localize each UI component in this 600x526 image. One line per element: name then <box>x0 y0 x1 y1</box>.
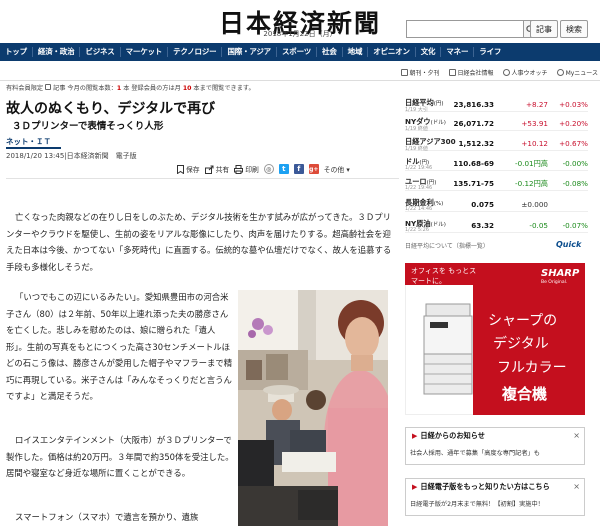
ad-copy-line: デジタル <box>493 336 549 352</box>
notice-box-text[interactable]: 社会人採用、通年で募集「高度な専門記者」も <box>410 448 540 457</box>
subnav-company-info[interactable]: 日経会社情報 <box>448 68 494 77</box>
article-photo[interactable] <box>238 290 388 526</box>
nav-economy-politics[interactable]: 経済・政治 <box>33 47 81 57</box>
nav-society[interactable]: 社会 <box>317 47 343 57</box>
article-paragraph: 「いつでもこの辺にいるみたい」。愛知県豊田市の河合米子さん（80）は２年前、50… <box>6 292 233 401</box>
quick-logo: Quick <box>556 240 582 249</box>
divider <box>0 80 600 81</box>
building-icon <box>448 68 456 76</box>
market-row-usd-jpy[interactable]: ドル(円) 1/22 19:46 110.68-69 -0.01円高 -0.00… <box>405 157 588 171</box>
ad-tagline: オフィスを もっとスマートに。 <box>411 267 477 285</box>
article-category[interactable]: ネット・ＩＴ <box>6 136 51 147</box>
nav-region[interactable]: 地域 <box>343 47 369 57</box>
bookmark-icon <box>177 164 184 174</box>
market-row-ny-oil[interactable]: NY原油(ドル) 1/22 5:26 63.32 -0.05 -0.07% <box>405 219 588 233</box>
twitter-icon[interactable]: t <box>278 164 289 174</box>
print-button[interactable]: 印刷 <box>234 164 259 174</box>
nav-opinion[interactable]: オピニオン <box>368 47 416 57</box>
search-input[interactable] <box>406 20 524 38</box>
promo-box-title: 日経電子版をもっと知りたい方はこちら <box>420 482 550 491</box>
market-row-nikkei[interactable]: 日経平均(円) 1/19 大引 23,816.33 +8.27 +0.03% <box>405 98 588 113</box>
market-row-long-rate[interactable]: 長期金利(%) 1/22 14:46 0.075 ±0.000 <box>405 198 588 212</box>
market-row-ny-dow[interactable]: NYダウ(ドル) 1/19 終値 26,071.72 +53.91 +0.20% <box>405 117 588 132</box>
nav-culture[interactable]: 文化 <box>416 47 442 57</box>
subnav-my-news[interactable]: Myニュース <box>556 68 598 77</box>
divider <box>6 178 399 179</box>
chevron-right-icon: ▶ <box>412 432 418 440</box>
ad-copy-line: シャープの <box>488 313 558 329</box>
sub-nav: 朝刊・夕刊 日経会社情報 人事ウオッチ Myニュース <box>340 66 598 78</box>
article-headline: 故人のぬくもり、デジタルで再び <box>6 101 216 117</box>
ad-copy-line: 複合機 <box>502 385 548 403</box>
main-nav: トップ 経済・政治 ビジネス マーケット テクノロジー 国際・アジア スポーツ … <box>0 43 600 61</box>
ad-copy-line: フルカラー <box>497 360 567 376</box>
share-icon <box>204 165 214 174</box>
nav-market[interactable]: マーケット <box>121 47 169 57</box>
nav-money[interactable]: マネー <box>441 47 475 57</box>
google-plus-icon[interactable]: g+ <box>308 164 319 174</box>
market-row-eur-jpy[interactable]: ユーロ(円) 1/22 19:46 135.71-75 -0.12円高 -0.0… <box>405 177 588 191</box>
market-note-link[interactable]: 日経平均について（指標一覧） <box>405 241 489 250</box>
newspaper-icon <box>400 68 408 76</box>
article-search-button[interactable]: 記事 <box>530 20 558 38</box>
nav-international-asia[interactable]: 国際・アジア <box>222 47 277 57</box>
article-dateline: 2018/1/20 13:45|日本経済新聞 電子版 <box>6 152 137 160</box>
print-icon <box>234 164 244 174</box>
promo-box[interactable]: ▶ 日経電子版をもっと知りたい方はこちら × 日経電子版が2月末まで無料！【初割… <box>405 478 585 516</box>
facebook-icon[interactable]: f <box>293 164 304 174</box>
notice-box-title: 日経からのお知らせ <box>420 431 485 440</box>
article-paragraph: 亡くなった肉親などの在りし日をしのぶため、デジタル技術を生かす試みが広がってきた… <box>6 212 392 272</box>
nav-business[interactable]: ビジネス <box>80 47 121 57</box>
search-button[interactable]: 検索 <box>560 20 588 38</box>
sns-share-icon[interactable]: ◎ <box>263 164 274 174</box>
person-icon <box>502 68 510 76</box>
article-paragraph: ロイスエンタテインメント（大阪市）が３Ｄプリンターで製作した。価格は約20万円。… <box>6 435 234 478</box>
star-icon <box>556 68 564 76</box>
close-icon[interactable]: × <box>573 482 580 491</box>
article-access-info: 有料会員限定 記事 今月の閲覧本数：1 本 登録会員の方は月 10 本まで閲覧で… <box>6 84 255 92</box>
save-button[interactable]: 保存 <box>177 164 200 174</box>
category-underline <box>6 147 61 149</box>
article-datetime: 2018/1/20 13:45 <box>6 152 65 160</box>
promo-box-text[interactable]: 日経電子版が2月末まで無料！【初割】実施中！ <box>410 499 544 508</box>
subnav-personnel-watch[interactable]: 人事ウオッチ <box>502 68 548 77</box>
market-row-asia300[interactable]: 日経アジア300 1/19 終値 1,512.32 +10.12 +0.67% <box>405 137 588 152</box>
close-icon[interactable]: × <box>573 431 580 440</box>
share-toolbar: 保存 共有 印刷 ◎ t f g+ その他 ▾ <box>177 164 399 174</box>
nav-life[interactable]: ライフ <box>474 47 506 57</box>
ad-brand-logo: SHARP <box>541 268 580 279</box>
subnav-paper-edition[interactable]: 朝刊・夕刊 <box>400 68 440 77</box>
article-paragraph: スマートフォン（スマホ）で遺言を預かり、遺族 <box>15 512 199 522</box>
notice-box[interactable]: ▶ 日経からのお知らせ × 社会人採用、通年で募集「高度な専門記者」も <box>405 427 585 465</box>
nav-sports[interactable]: スポーツ <box>277 47 318 57</box>
lock-icon <box>45 84 52 90</box>
article-source: 日本経済新聞 電子版 <box>66 152 137 160</box>
nav-technology[interactable]: テクノロジー <box>168 47 223 57</box>
share-button[interactable]: 共有 <box>204 164 229 174</box>
chevron-right-icon: ▶ <box>412 483 418 491</box>
nav-top[interactable]: トップ <box>0 47 33 57</box>
more-share-button[interactable]: その他 ▾ <box>324 164 350 174</box>
ad-brand-sub: Be Original. <box>541 280 568 285</box>
article-subheadline: ３Ｄプリンターで表情そっくり人形 <box>12 121 164 132</box>
